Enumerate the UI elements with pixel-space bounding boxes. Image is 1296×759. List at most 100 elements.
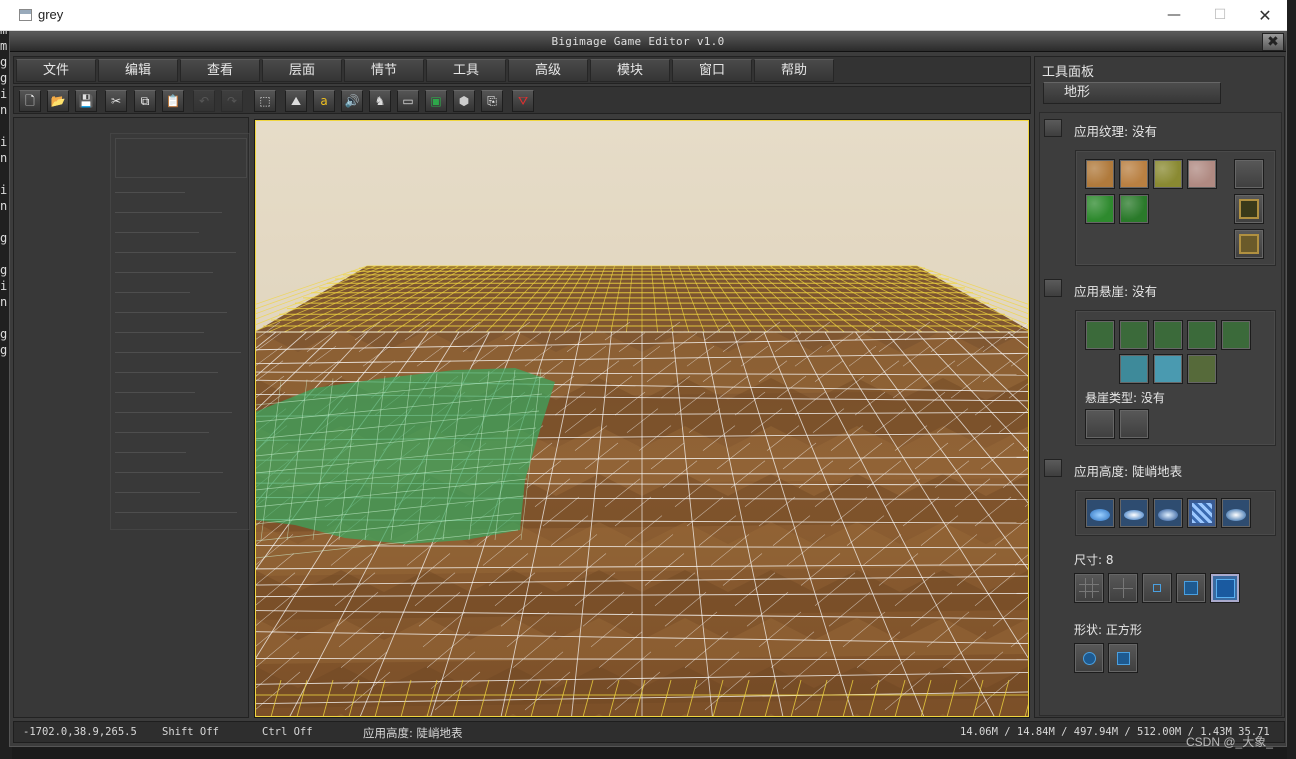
object-button[interactable]: ⬢ xyxy=(453,90,475,112)
menu-item[interactable]: 编辑 xyxy=(98,59,178,82)
terrain-icon: ⛰ xyxy=(290,94,302,108)
cliff-shallow-tile[interactable] xyxy=(1153,354,1183,384)
undo-button[interactable]: ↶ xyxy=(193,90,215,112)
height-noise-tile[interactable] xyxy=(1187,498,1217,528)
menu-item[interactable]: 窗口 xyxy=(672,59,752,82)
save-button[interactable]: 💾 xyxy=(75,90,97,112)
new-file-button[interactable]: 🗋 xyxy=(19,90,41,112)
redo-icon: ↷ xyxy=(226,94,238,108)
cut-icon: ✂ xyxy=(110,94,122,108)
apply-texture-checkbox[interactable] xyxy=(1044,119,1062,137)
faded-console-line xyxy=(115,312,227,313)
sound-button[interactable]: 🔊 xyxy=(341,90,363,112)
brush-size-5-selected[interactable] xyxy=(1210,573,1240,603)
terrain-button[interactable]: ⛰ xyxy=(285,90,307,112)
select-region-icon: ⬚ xyxy=(259,94,271,108)
menu-item[interactable]: 高级 xyxy=(508,59,588,82)
shape-circle-button[interactable] xyxy=(1074,643,1104,673)
grass-texture-tile[interactable] xyxy=(1085,194,1115,224)
apply-height-label: 应用高度: 陡峭地表 xyxy=(1074,464,1183,479)
height-raise-tile[interactable] xyxy=(1085,498,1115,528)
faded-console-line xyxy=(115,212,222,213)
object-icon: ⬢ xyxy=(458,94,470,108)
texture-palette xyxy=(1075,150,1276,266)
unit-button[interactable]: ♞ xyxy=(369,90,391,112)
cliff-lower-tile[interactable] xyxy=(1221,320,1251,350)
status-ctrl: Ctrl Off xyxy=(262,726,313,738)
brush-size-3[interactable] xyxy=(1142,573,1172,603)
height-lower-tile[interactable] xyxy=(1119,498,1149,528)
dirt-texture-tile[interactable] xyxy=(1085,159,1115,189)
brush-size-1[interactable] xyxy=(1074,573,1104,603)
cliff-lower-red-tile[interactable] xyxy=(1119,320,1149,350)
cliff-type-slot-1[interactable] xyxy=(1085,409,1115,439)
grass-dirt-texture-tile[interactable] xyxy=(1153,159,1183,189)
maximize-button[interactable]: ☐ xyxy=(1197,0,1243,31)
minimize-button[interactable]: — xyxy=(1151,0,1197,31)
new-file-icon: 🗋 xyxy=(25,94,35,108)
app-close-button[interactable]: ✖ xyxy=(1262,33,1284,51)
export-button[interactable]: ⛛ xyxy=(512,90,534,112)
select-region-button[interactable]: ⬚ xyxy=(254,90,276,112)
cut-button[interactable]: ✂ xyxy=(105,90,127,112)
menu-item[interactable]: 层面 xyxy=(262,59,342,82)
menu-item[interactable]: 模块 xyxy=(590,59,670,82)
menu-item[interactable]: 情节 xyxy=(344,59,424,82)
height-smooth-tile[interactable] xyxy=(1221,498,1251,528)
apply-cliff-checkbox[interactable] xyxy=(1044,279,1062,297)
faded-console-line xyxy=(115,232,199,233)
menu-item[interactable]: 工具 xyxy=(426,59,506,82)
faded-console-overlay xyxy=(110,133,250,530)
redo-button[interactable]: ↷ xyxy=(221,90,243,112)
cliff-raise-red-tile[interactable] xyxy=(1085,320,1115,350)
height-tools xyxy=(1075,490,1276,536)
save-icon: 💾 xyxy=(78,94,94,108)
building-button[interactable]: ▭ xyxy=(397,90,419,112)
terrain-tools: 应用纹理: 没有 应用悬崖: 没有 悬崖类型: 没有 应用高度: 陡峭地表 尺寸… xyxy=(1039,112,1282,716)
menu-bar: 文件 编辑 查看 层面 情节 工具 高级 模块 窗口 帮助 xyxy=(13,56,1031,84)
copy-button[interactable]: ⧉ xyxy=(134,90,156,112)
editor-app: Bigimage Game Editor v1.0 ✖ 文件 编辑 查看 层面 情节 工具… xyxy=(9,31,1287,747)
cliff-flat-tile[interactable] xyxy=(1153,320,1183,350)
shape-square-button[interactable] xyxy=(1108,643,1138,673)
apply-height-checkbox[interactable] xyxy=(1044,459,1062,477)
minimap-button[interactable]: ▣ xyxy=(425,90,447,112)
cliff-type-label: 悬崖类型: 没有 xyxy=(1085,391,1165,405)
tab-terrain[interactable]: 地形 xyxy=(1043,82,1221,104)
status-coordinates: -1702.0,38.9,265.5 xyxy=(23,726,137,738)
faded-console-line xyxy=(115,272,213,273)
undo-icon: ↶ xyxy=(198,94,210,108)
faded-console-line xyxy=(115,332,204,333)
cliff-type-slot-2[interactable] xyxy=(1119,409,1149,439)
rock-texture-tile[interactable] xyxy=(1187,159,1217,189)
faded-console-line xyxy=(115,452,186,453)
open-folder-button[interactable]: 📂 xyxy=(47,90,69,112)
menu-item[interactable]: 查看 xyxy=(180,59,260,82)
brush-size-4[interactable] xyxy=(1176,573,1206,603)
terrain-view[interactable] xyxy=(255,120,1029,717)
sound-icon: 🔊 xyxy=(344,94,360,108)
height-plateau-tile[interactable] xyxy=(1153,498,1183,528)
cliff-raise-tile[interactable] xyxy=(1187,320,1217,350)
close-button[interactable]: ✕ xyxy=(1242,0,1288,31)
texture-option-frame-1[interactable] xyxy=(1234,194,1264,224)
text-button[interactable]: a xyxy=(313,90,335,112)
background-console-right xyxy=(1287,0,1296,759)
paste-button[interactable]: 📋 xyxy=(162,90,184,112)
menu-item[interactable]: 文件 xyxy=(16,59,96,82)
dark-grass-texture-tile[interactable] xyxy=(1119,194,1149,224)
texture-slot-empty[interactable] xyxy=(1234,159,1264,189)
cliff-water-tile[interactable] xyxy=(1119,354,1149,384)
sand-texture-tile[interactable] xyxy=(1119,159,1149,189)
left-panel xyxy=(13,117,250,718)
menu-item[interactable]: 帮助 xyxy=(754,59,834,82)
texture-option-frame-2[interactable] xyxy=(1234,229,1264,259)
import-button[interactable]: ⎘ xyxy=(481,90,503,112)
status-bar: -1702.0,38.9,265.5 Shift Off Ctrl Off 应用… xyxy=(13,721,1285,743)
3d-viewport[interactable] xyxy=(254,119,1030,718)
tool-panel-title: 工具面板 xyxy=(1042,65,1095,80)
app-window-icon xyxy=(19,9,32,21)
cliff-ramp-tile[interactable] xyxy=(1187,354,1217,384)
tool-panel: 工具面板 地形 应用纹理: 没有 应用悬崖: 没有 悬崖类型: 没有 应用高度:… xyxy=(1034,56,1285,718)
brush-size-2[interactable] xyxy=(1108,573,1138,603)
